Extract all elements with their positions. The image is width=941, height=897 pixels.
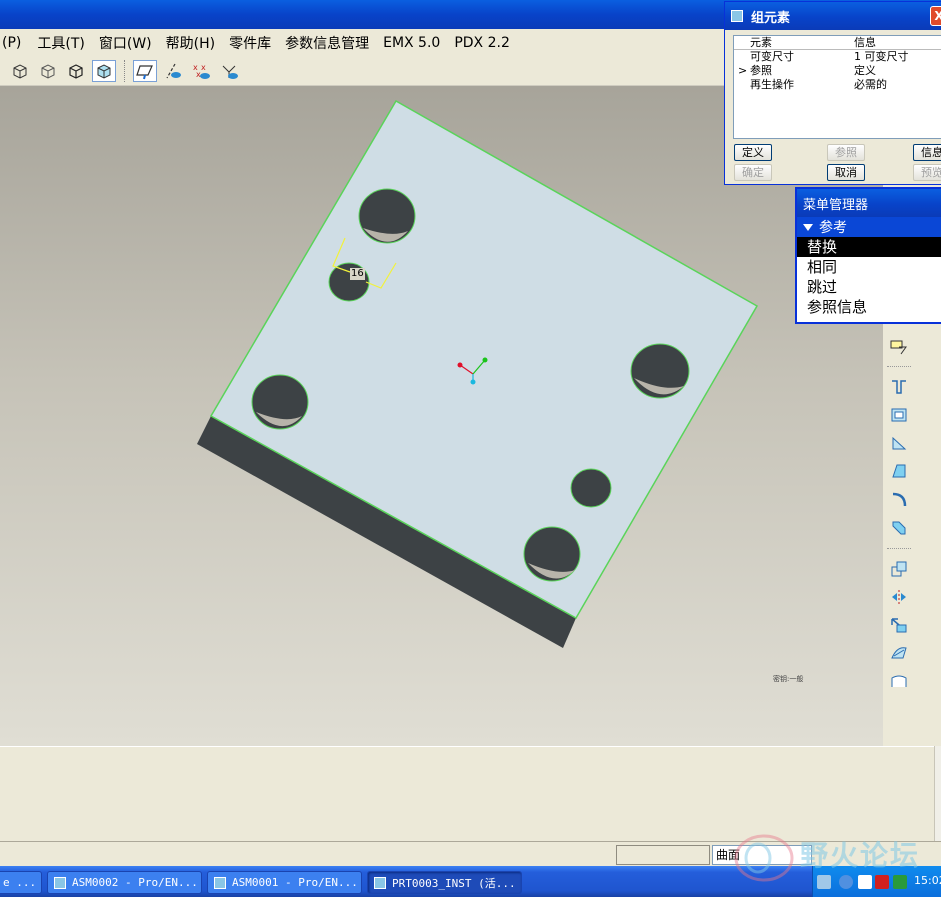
menu-emx[interactable]: EMX 5.0	[383, 35, 440, 51]
column-header-info[interactable]: 信息	[854, 36, 941, 49]
ok-button[interactable]: 确定	[734, 164, 772, 181]
element-name: 可变尺寸	[750, 50, 794, 63]
merge-tool-icon[interactable]	[887, 642, 911, 664]
menu-item-same[interactable]: 相同	[797, 257, 941, 277]
menu-item-replace[interactable]: 替换	[797, 237, 941, 257]
round-tool-icon[interactable]	[887, 488, 911, 510]
taskbar-item-label: ASM0002 - Pro/EN...	[72, 876, 198, 889]
element-name: 再生操作	[750, 78, 794, 91]
list-item[interactable]: 可变尺寸 1 可变尺寸	[734, 50, 941, 64]
element-info: 定义	[854, 64, 876, 77]
menu-header-label: 参考	[819, 220, 847, 236]
note-icon[interactable]	[887, 336, 911, 358]
list-item[interactable]: 再生操作 必需的	[734, 78, 941, 92]
status-field	[616, 845, 710, 865]
taskbar-item-label: e ...	[3, 876, 37, 889]
rib-tool-icon[interactable]	[887, 432, 911, 454]
info-button[interactable]: 信息	[913, 144, 941, 161]
taskbar-item-prt0003[interactable]: PRT0003_INST (活...	[367, 871, 522, 894]
list-item[interactable]: > 参照 定义	[734, 64, 941, 78]
watermark-text: 野火论坛	[800, 839, 921, 872]
datum-point-icon[interactable]: xxx	[189, 60, 213, 82]
dialog-close-button[interactable]: X	[930, 6, 941, 26]
datum-plane-icon[interactable]	[133, 60, 157, 82]
taskbar-item-partial[interactable]: e ...	[0, 871, 42, 894]
hole-3[interactable]	[251, 374, 309, 430]
toolbar-separator	[124, 60, 125, 82]
wireframe-icon[interactable]	[8, 60, 32, 82]
element-name-cell: > 参照	[734, 64, 854, 78]
chamfer-tool-icon[interactable]	[887, 516, 911, 538]
hole-5[interactable]	[570, 468, 612, 508]
dimension-value-label[interactable]: 16	[350, 268, 365, 280]
dialog-titlebar: 组元素	[725, 2, 941, 30]
draft-tool-icon[interactable]	[887, 460, 911, 482]
feature-toolbar	[883, 322, 941, 746]
hole-tool-icon[interactable]	[887, 376, 911, 398]
proe-window-icon	[214, 876, 226, 889]
menu-parts-library[interactable]: 零件库	[229, 33, 271, 53]
menu-window[interactable]: 窗口(W)	[99, 33, 152, 53]
element-name: 参照	[750, 64, 772, 77]
menu-item-ref-info[interactable]: 参照信息	[797, 297, 941, 317]
graphics-viewport[interactable]: 16 密钥:一般	[0, 86, 883, 746]
mirror-tool-icon[interactable]	[887, 586, 911, 608]
group-elements-dialog: 组元素 X 元素 信息 可变尺寸 1 可变尺寸 > 参照 定义 再生操作 必需的 …	[724, 1, 941, 185]
dialog-app-icon	[731, 10, 743, 22]
collapse-triangle-icon	[803, 223, 813, 231]
move-tool-icon[interactable]	[887, 614, 911, 636]
surface-tool-icon[interactable]	[887, 670, 911, 692]
element-info: 必需的	[854, 78, 887, 91]
coord-sys-icon[interactable]	[217, 60, 241, 82]
toolbar-separator	[887, 548, 911, 549]
refs-button[interactable]: 参照	[827, 144, 865, 161]
menu-param-info-manager[interactable]: 参数信息管理	[285, 33, 369, 53]
column-header-element[interactable]: 元素	[734, 36, 854, 49]
preview-button[interactable]: 预览	[913, 164, 941, 181]
svg-text:x: x	[196, 70, 201, 79]
taskbar-item-asm0001[interactable]: ASM0001 - Pro/EN...	[207, 871, 362, 894]
proe-window-icon	[374, 876, 386, 889]
taskbar-item-asm0002[interactable]: ASM0002 - Pro/EN...	[47, 871, 202, 894]
menu-manager-header[interactable]: 参考	[797, 217, 941, 237]
current-element-marker: >	[738, 64, 748, 77]
svg-text:x: x	[201, 63, 206, 72]
message-scrollbar[interactable]	[934, 746, 941, 841]
proe-window-icon	[54, 876, 66, 889]
watermark-logo-icon	[734, 834, 794, 882]
toolbar-separator	[887, 366, 911, 367]
taskbar-item-label: ASM0001 - Pro/EN...	[232, 876, 358, 889]
menu-pdx[interactable]: PDX 2.2	[454, 35, 510, 51]
hole-6[interactable]	[523, 526, 581, 582]
list-header: 元素 信息	[734, 36, 941, 50]
define-button[interactable]: 定义	[734, 144, 772, 161]
part-model[interactable]	[0, 86, 883, 746]
hidden-line-icon[interactable]	[36, 60, 60, 82]
message-area	[0, 746, 941, 841]
forum-watermark: 野火论坛	[728, 828, 928, 888]
element-list[interactable]: 元素 信息 可变尺寸 1 可变尺寸 > 参照 定义 再生操作 必需的	[733, 35, 941, 139]
dialog-title: 组元素	[751, 10, 791, 26]
no-hidden-icon[interactable]	[64, 60, 88, 82]
copy-tool-icon[interactable]	[887, 558, 911, 580]
hole-1[interactable]	[358, 188, 416, 244]
viewport-corner-text: 密钥:一般	[773, 675, 804, 683]
shading-icon[interactable]	[92, 60, 116, 82]
datum-axis-icon[interactable]	[161, 60, 185, 82]
menu-tools[interactable]: 工具(T)	[37, 33, 84, 53]
menu-help[interactable]: 帮助(H)	[166, 33, 215, 53]
cancel-button[interactable]: 取消	[827, 164, 865, 181]
element-info: 1 可变尺寸	[854, 50, 909, 63]
menu-manager: 菜单管理器 参考 替换 相同 跳过 参照信息	[795, 187, 941, 324]
hole-4[interactable]	[630, 343, 690, 399]
menu-manager-title: 菜单管理器	[797, 189, 941, 217]
taskbar-item-label: PRT0003_INST (活...	[392, 876, 516, 890]
shell-tool-icon[interactable]	[887, 404, 911, 426]
menu-file-partial[interactable]: (P)	[2, 35, 21, 51]
menu-item-skip[interactable]: 跳过	[797, 277, 941, 297]
